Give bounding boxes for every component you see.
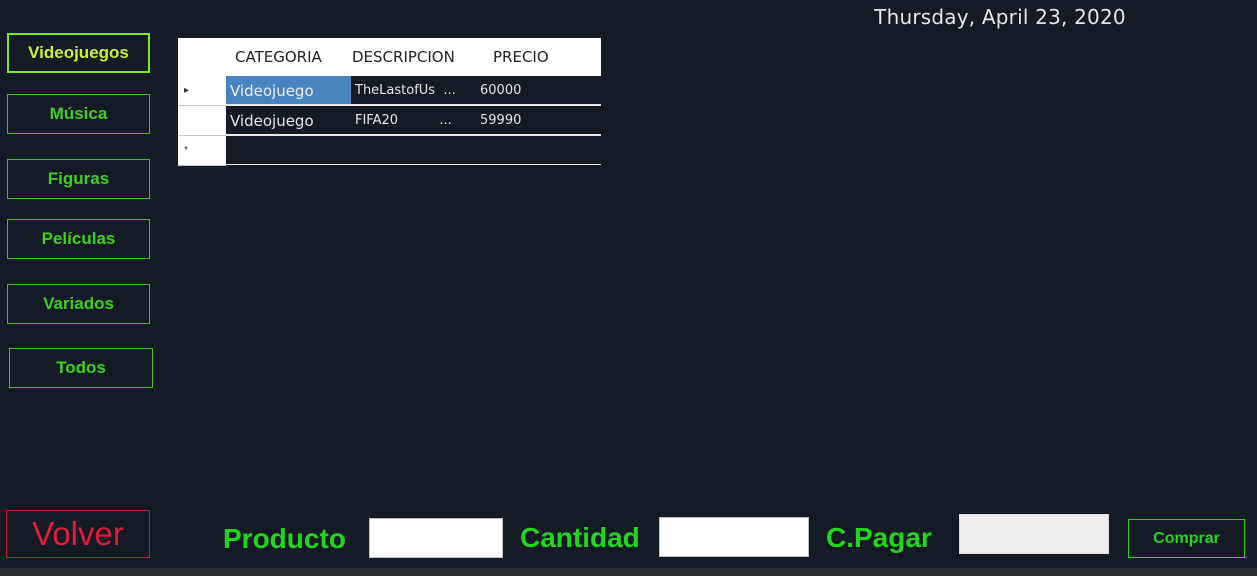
pagar-input[interactable]: [959, 514, 1109, 554]
cell-categoria[interactable]: Videojuego: [226, 76, 351, 106]
row-divider: [226, 164, 601, 165]
table-row-new[interactable]: *: [178, 136, 601, 166]
cantidad-label: Cantidad: [520, 522, 640, 553]
current-date: Thursday, April 23, 2020: [874, 5, 1126, 29]
category-figuras-button[interactable]: Figuras: [7, 159, 150, 199]
category-variados-button[interactable]: Variados: [7, 284, 150, 324]
row-selector-icon[interactable]: ▸: [178, 76, 226, 106]
cell-descripcion[interactable]: FIFA20 ...: [351, 106, 476, 136]
producto-input[interactable]: [369, 518, 503, 558]
producto-label: Producto: [223, 523, 346, 554]
cell-precio[interactable]: 60000: [476, 76, 601, 106]
table-row[interactable]: Videojuego FIFA20 ... 59990: [178, 106, 601, 136]
category-peliculas-button[interactable]: Películas: [7, 219, 150, 259]
category-videojuegos-button[interactable]: Videojuegos: [7, 33, 150, 73]
table-row[interactable]: ▸ Videojuego TheLastofUs ... 60000: [178, 76, 601, 106]
grid-header: CATEGORIA DESCRIPCION PRECIO: [178, 38, 601, 76]
cantidad-input[interactable]: [659, 517, 809, 557]
products-grid[interactable]: CATEGORIA DESCRIPCION PRECIO ▸ Videojueg…: [178, 38, 601, 166]
back-button[interactable]: Volver: [6, 510, 150, 558]
category-musica-button[interactable]: Música: [7, 94, 150, 134]
category-todos-button[interactable]: Todos: [9, 348, 153, 388]
cell-categoria[interactable]: Videojuego: [226, 106, 351, 136]
cell-precio[interactable]: 59990: [476, 106, 601, 136]
new-row-asterisk-icon[interactable]: *: [178, 136, 226, 166]
column-header-precio[interactable]: PRECIO: [493, 38, 593, 76]
column-header-descripcion[interactable]: DESCRIPCION: [352, 38, 476, 76]
buy-button[interactable]: Comprar: [1128, 519, 1245, 558]
row-selector[interactable]: [178, 106, 226, 136]
bottom-bar: [0, 568, 1257, 576]
cell-descripcion[interactable]: TheLastofUs ...: [351, 76, 476, 106]
pagar-label: C.Pagar: [826, 522, 932, 553]
column-header-categoria[interactable]: CATEGORIA: [235, 38, 353, 76]
